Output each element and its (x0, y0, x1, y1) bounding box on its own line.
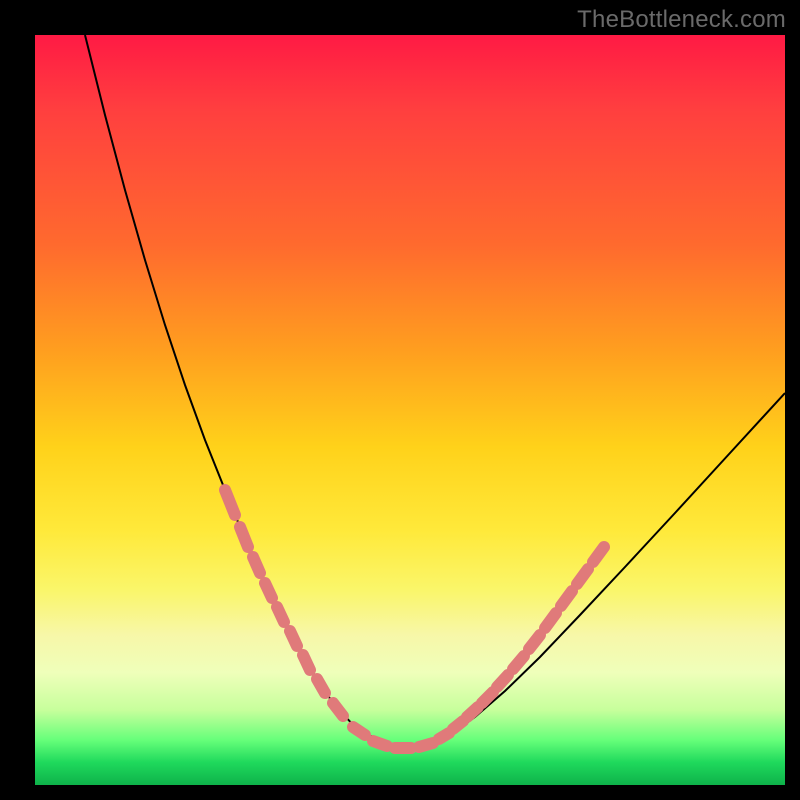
dash-segment (225, 490, 235, 515)
bottleneck-curve (85, 35, 785, 747)
dash-segment (513, 656, 524, 669)
highlight-dashes (225, 490, 604, 748)
dash-segment (265, 583, 272, 598)
dash-segment (333, 703, 343, 716)
dash-segment (545, 613, 556, 628)
watermark-text: TheBottleneck.com (577, 6, 786, 34)
dash-segment (439, 733, 449, 739)
dash-segment (253, 557, 260, 573)
curve-svg (35, 35, 785, 785)
dash-segment (303, 655, 310, 670)
chart-frame: TheBottleneck.com (0, 0, 800, 800)
dash-segment (290, 631, 297, 646)
dash-segment (577, 569, 588, 584)
dash-segment (453, 721, 463, 729)
dash-segment (497, 675, 508, 687)
dash-segment (353, 727, 365, 735)
dash-segment (529, 635, 540, 649)
dash-segment (467, 707, 478, 717)
dash-segment (593, 547, 604, 562)
dash-segment (482, 692, 493, 703)
dash-segment (317, 679, 325, 693)
dash-segment (373, 741, 387, 746)
plot-area (35, 35, 785, 785)
dash-segment (419, 743, 433, 747)
dash-segment (240, 527, 248, 547)
dash-segment (277, 607, 284, 622)
dash-segment (561, 591, 572, 606)
